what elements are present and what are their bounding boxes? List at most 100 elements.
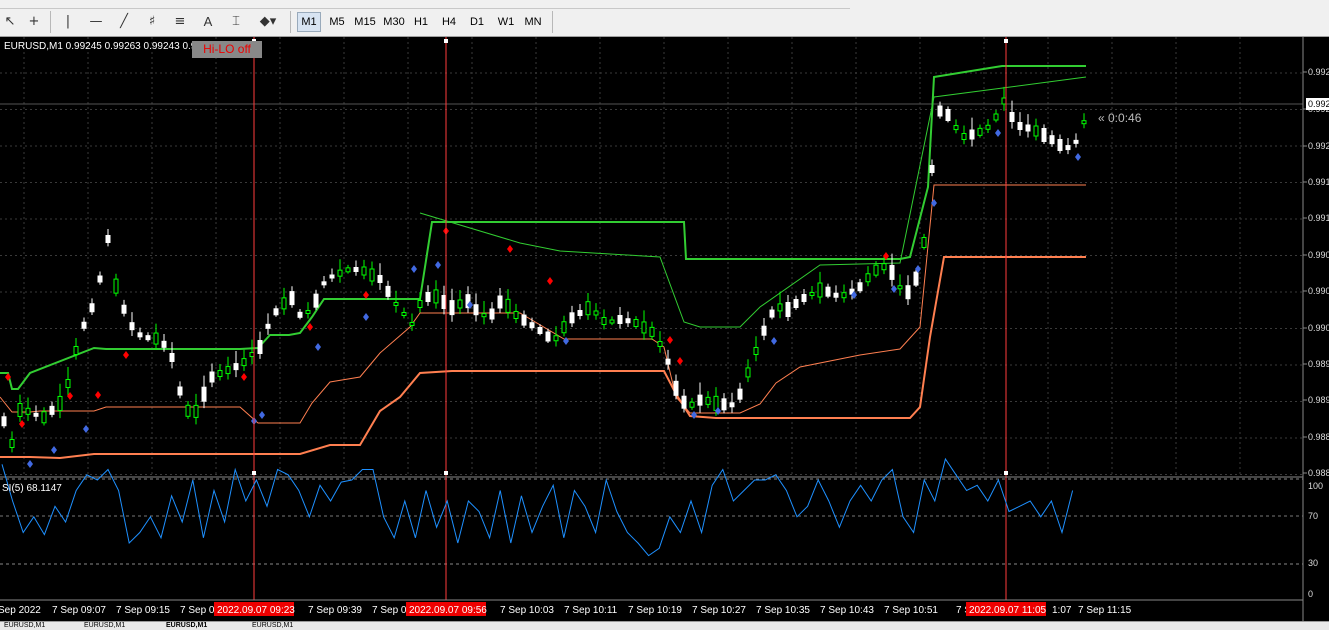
candle-body	[449, 300, 455, 316]
rsi-label: SI(5) 68.1147	[2, 483, 62, 494]
price-axis: 0.992 0.992 0.992 0.991 0.991 0.990 0.990 0.990…	[1303, 67, 1329, 478]
buy-signal-marker	[691, 411, 697, 419]
candle-body	[1065, 145, 1071, 151]
rsi-indicator	[1, 457, 1074, 557]
fibonacci-fan-icon[interactable]: ♯	[142, 13, 162, 31]
candle-body	[545, 331, 551, 342]
candle-body	[217, 370, 223, 378]
cursor-icon[interactable]: ↖	[0, 13, 20, 31]
trendline-icon[interactable]: ╱	[114, 13, 134, 31]
crosshair-icon[interactable]: +	[24, 13, 44, 31]
rsi-axis-label: 70	[1308, 511, 1318, 521]
timeframe-d1-button[interactable]: D1	[467, 13, 487, 31]
top-icon-strip	[0, 0, 850, 9]
upper-band-line	[0, 65, 1086, 390]
price-label: 0.992	[1308, 141, 1329, 151]
candle-body	[113, 278, 119, 294]
candle-body	[881, 263, 887, 271]
candle-body	[369, 268, 375, 282]
candle-body	[689, 401, 695, 408]
timeframe-m5-button[interactable]: M5	[326, 13, 348, 31]
candle-body	[1025, 124, 1031, 132]
fibonacci-retracement-icon[interactable]: ≡	[170, 13, 190, 31]
vertical-line-handle	[1004, 471, 1008, 475]
candle-body	[441, 295, 447, 309]
text-icon[interactable]: A	[198, 13, 218, 31]
time-label: Sep 2022	[0, 605, 41, 616]
vertical-line-handle	[252, 471, 256, 475]
candle-body	[961, 133, 967, 140]
candle-body	[785, 302, 791, 317]
candle-body	[161, 340, 167, 348]
hilo-bands	[0, 65, 1087, 460]
candle-body	[801, 294, 807, 302]
candle-body	[97, 275, 103, 283]
timeframe-m1-button[interactable]: M1	[297, 12, 321, 32]
candle-body	[121, 304, 127, 314]
current-price-label: 0.992	[1308, 99, 1329, 109]
timeframe-h1-button[interactable]: H1	[411, 13, 431, 31]
price-chart[interactable]: EURUSD,M1 0.99245 0.99263 0.99243 0.99 S…	[0, 37, 1329, 621]
price-label: 0.989	[1308, 395, 1329, 405]
candle-body	[1001, 97, 1007, 105]
timeframe-mn-button[interactable]: MN	[521, 13, 545, 31]
candle-body	[273, 308, 279, 316]
candle-body	[233, 363, 239, 371]
toolbar-separator	[50, 11, 51, 33]
symbol-info: EURUSD,M1 0.99245 0.99263 0.99243 0.99	[4, 41, 202, 52]
buy-signal-marker	[363, 313, 369, 321]
buy-signal-marker	[563, 337, 569, 345]
vertical-line-handle	[444, 471, 448, 475]
text-label-icon[interactable]: ⌶	[226, 13, 246, 31]
candle-body	[569, 312, 575, 324]
time-label: 7 Sep 10:27	[692, 605, 746, 616]
buy-signal-marker	[995, 129, 1001, 137]
sell-signal-marker	[307, 323, 313, 331]
timeframe-w1-button[interactable]: W1	[495, 13, 517, 31]
candle-body	[513, 311, 519, 319]
sell-signal-marker	[95, 391, 101, 399]
timeframe-m30-button[interactable]: M30	[381, 13, 407, 31]
vertical-line-date-label: 2022.09.07 09:56	[409, 605, 487, 616]
price-label: 0.990	[1308, 250, 1329, 260]
rsi-axis-label: 0	[1308, 589, 1313, 599]
candle-body	[769, 309, 775, 318]
vertical-line-icon[interactable]: |	[58, 13, 78, 31]
vertical-line-date-label: 2022.09.07 11:05	[969, 605, 1047, 616]
price-label: 0.992	[1308, 67, 1329, 77]
candle-body	[1041, 128, 1047, 142]
price-label: 0.991	[1308, 177, 1329, 187]
candle-body	[593, 310, 599, 316]
timeframe-m15-button[interactable]: M15	[352, 13, 378, 31]
buy-signal-marker	[27, 460, 33, 468]
timeframe-h4-button[interactable]: H4	[439, 13, 459, 31]
candle-body	[601, 317, 607, 325]
candle-body	[433, 289, 439, 304]
time-label: 7 Sep 09:07	[52, 605, 106, 616]
shapes-dropdown-icon[interactable]: ◆▾	[254, 13, 282, 31]
sell-signal-marker	[241, 373, 247, 381]
candle-body	[129, 322, 135, 331]
candle-body	[817, 282, 823, 298]
candle-body	[345, 267, 351, 273]
candle-body	[577, 310, 583, 316]
candle-body	[337, 269, 343, 277]
candle-body	[393, 302, 399, 306]
buy-signal-marker	[771, 337, 777, 345]
candle-body	[681, 395, 687, 409]
candle-body	[809, 292, 815, 296]
candle-body	[1017, 122, 1023, 130]
toolbar-separator	[552, 11, 553, 33]
horizontal-line-icon[interactable]: —	[86, 13, 106, 31]
candle-body	[833, 292, 839, 298]
candle-body	[657, 341, 663, 347]
candle-body	[585, 301, 591, 316]
candle-body	[761, 325, 767, 336]
candle-body	[929, 165, 935, 173]
time-label: 7 Sep 10:43	[820, 605, 874, 616]
candle-body	[81, 321, 87, 329]
candle-body	[945, 109, 951, 121]
candle-body	[673, 380, 679, 396]
candle-body	[153, 332, 159, 345]
hilo-toggle-button[interactable]: Hi-LO off	[192, 41, 262, 58]
